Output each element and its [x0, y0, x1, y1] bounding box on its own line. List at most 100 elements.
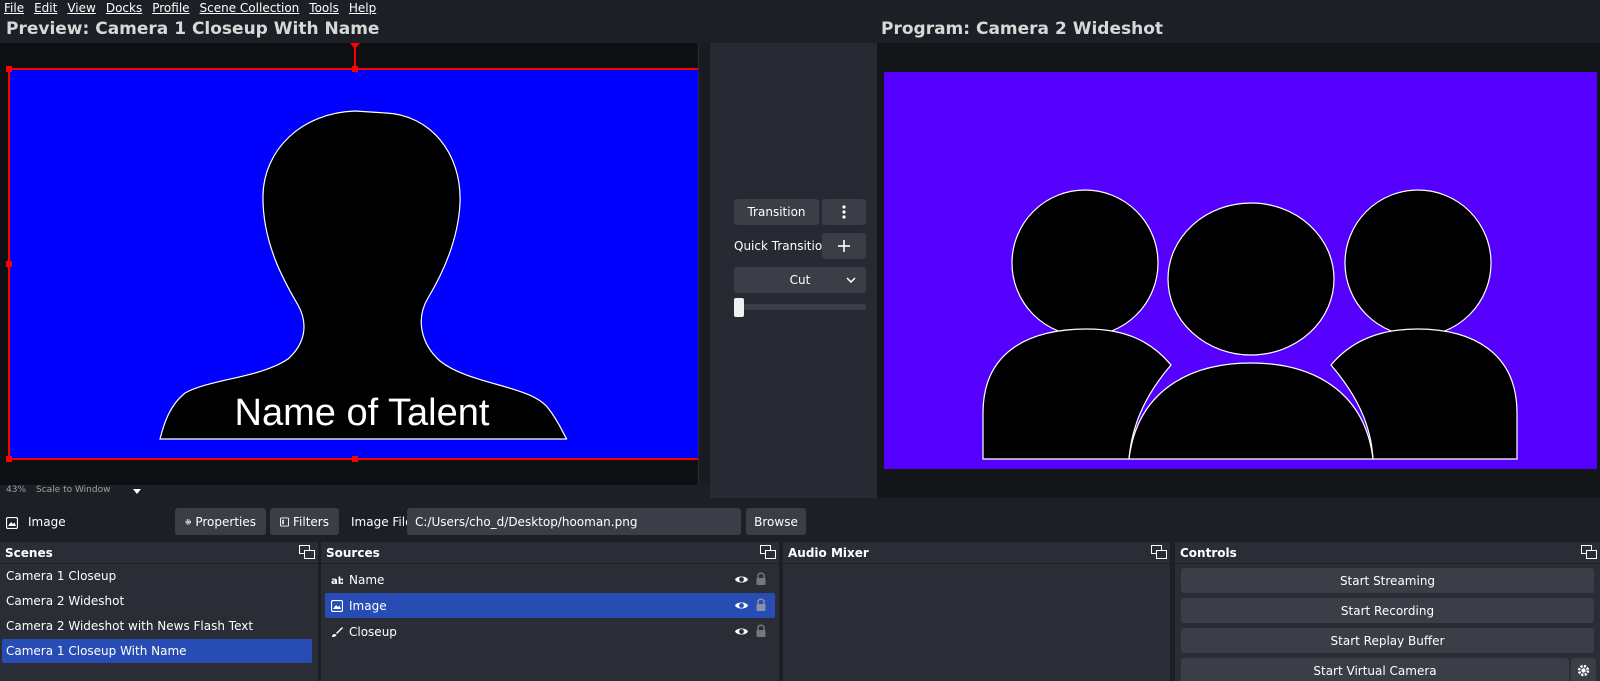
- menu-bar: File Edit View Docks Profile Scene Colle…: [0, 0, 1600, 16]
- audio-mixer-title: Audio Mixer: [788, 545, 869, 560]
- zoom-dropdown-icon[interactable]: [133, 489, 141, 494]
- group-person-head-left: [1011, 189, 1159, 337]
- tbar-handle[interactable]: [734, 298, 744, 317]
- preview-display[interactable]: Name of Talent: [0, 43, 710, 485]
- zoom-mode[interactable]: Scale to Window: [36, 485, 110, 495]
- undock-icon[interactable]: [760, 545, 776, 559]
- visibility-eye-icon[interactable]: [734, 598, 749, 613]
- program-title: Program: Camera 2 Wideshot: [881, 19, 1163, 39]
- add-quick-transition-button[interactable]: [822, 233, 866, 259]
- chevron-down-icon: [846, 277, 856, 283]
- start-recording-button[interactable]: Start Recording: [1181, 598, 1594, 623]
- scene-item[interactable]: Camera 1 Closeup: [0, 564, 318, 588]
- scene-item[interactable]: Camera 2 Wideshot with News Flash Text: [0, 614, 318, 638]
- scene-item-selected[interactable]: Camera 1 Closeup With Name: [2, 639, 312, 663]
- image-icon: [6, 517, 18, 529]
- image-icon: [331, 599, 343, 612]
- sources-title: Sources: [326, 545, 380, 560]
- lock-icon[interactable]: [755, 623, 767, 638]
- image-file-input[interactable]: C:/Users/cho_d/Desktop/hooman.png: [407, 508, 741, 535]
- image-file-label: Image File: [351, 515, 413, 529]
- program-canvas: [884, 72, 1597, 469]
- talent-name-text: Name of Talent: [235, 392, 490, 434]
- preview-scrollbar[interactable]: [698, 43, 710, 485]
- controls-body: Start Streaming Start Recording Start Re…: [1175, 564, 1600, 681]
- resize-handle-bl[interactable]: [6, 456, 12, 462]
- start-virtual-camera-button[interactable]: Start Virtual Camera: [1181, 658, 1569, 681]
- start-streaming-button[interactable]: Start Streaming: [1181, 568, 1594, 593]
- audio-mixer-dock-header: Audio Mixer: [783, 542, 1170, 563]
- filters-button[interactable]: Filters: [270, 508, 339, 535]
- plus-icon: [838, 240, 850, 252]
- zoom-percent: 43%: [6, 485, 27, 495]
- visibility-eye-icon[interactable]: [734, 624, 749, 639]
- obs-window: File Edit View Docks Profile Scene Colle…: [0, 0, 1600, 681]
- resize-handle-bc[interactable]: [352, 456, 358, 462]
- visibility-eye-icon[interactable]: [734, 572, 749, 587]
- properties-button[interactable]: Properties: [175, 508, 266, 535]
- tbar-track[interactable]: [736, 304, 866, 310]
- audio-mixer-dock: Audio Mixer: [783, 542, 1170, 681]
- menu-help[interactable]: Help: [345, 1, 382, 15]
- source-item-closeup[interactable]: Closeup: [325, 619, 775, 644]
- brush-icon: [332, 626, 343, 637]
- resize-handle-tl[interactable]: [6, 66, 12, 72]
- transition-select-value: Cut: [789, 273, 811, 287]
- menu-edit[interactable]: Edit: [30, 1, 63, 15]
- virtual-camera-settings-button[interactable]: [1571, 658, 1596, 681]
- resize-handle-tc[interactable]: [352, 66, 358, 72]
- gear-icon: [185, 518, 191, 525]
- filters-label: Filters: [293, 514, 329, 529]
- source-label: Closeup: [349, 624, 397, 639]
- scenes-dock-header: Scenes: [0, 542, 318, 563]
- source-label: Name: [349, 572, 385, 587]
- source-item-name[interactable]: ab Name: [325, 567, 775, 592]
- source-label: Image: [349, 598, 387, 613]
- transition-more-button[interactable]: [822, 199, 866, 225]
- text-icon: ab: [331, 576, 343, 585]
- scenes-title: Scenes: [5, 545, 53, 560]
- svg-text:ab: ab: [331, 576, 343, 585]
- more-vertical-icon: [842, 205, 846, 219]
- lock-icon[interactable]: [755, 597, 767, 612]
- scenes-dock: Scenes Camera 1 Closeup Camera 2 Widesho…: [0, 542, 318, 681]
- preview-canvas[interactable]: Name of Talent: [0, 43, 698, 485]
- resize-handle-ml[interactable]: [6, 261, 12, 267]
- menu-scene-collection[interactable]: Scene Collection: [196, 1, 306, 15]
- scene-item[interactable]: Camera 2 Wideshot: [0, 589, 318, 613]
- controls-dock: Controls Start Streaming Start Recording…: [1175, 542, 1600, 681]
- source-item-image[interactable]: Image: [325, 593, 775, 618]
- audio-mixer-body: [783, 564, 1170, 681]
- transition-select[interactable]: Cut: [734, 267, 866, 293]
- menu-profile[interactable]: Profile: [148, 1, 195, 15]
- sources-list: ab Name Image Closeup: [321, 564, 779, 681]
- browse-button[interactable]: Browse: [746, 508, 806, 535]
- undock-icon[interactable]: [1581, 545, 1597, 559]
- rotation-handle[interactable]: [350, 43, 360, 49]
- menu-file[interactable]: File: [0, 1, 30, 15]
- sources-dock-header: Sources: [321, 542, 779, 563]
- zoom-bar: 43% Scale to Window: [0, 485, 710, 498]
- group-person-head-right: [1344, 189, 1492, 337]
- properties-label: Properties: [195, 514, 256, 529]
- program-display: [877, 43, 1600, 498]
- lock-icon[interactable]: [755, 571, 767, 586]
- scenes-list: Camera 1 Closeup Camera 2 Wideshot Camer…: [0, 564, 318, 681]
- undock-icon[interactable]: [299, 545, 315, 559]
- group-person-head-center: [1167, 202, 1335, 356]
- controls-dock-header: Controls: [1175, 542, 1600, 563]
- preview-title: Preview: Camera 1 Closeup With Name: [6, 19, 380, 39]
- menu-docks[interactable]: Docks: [102, 1, 148, 15]
- filter-icon: [280, 516, 290, 527]
- selected-source-name: Image: [28, 515, 66, 529]
- menu-view[interactable]: View: [63, 1, 101, 15]
- separator: [0, 498, 1600, 506]
- sources-dock: Sources ab Name Image Closeup: [321, 542, 779, 681]
- gear-icon: [1577, 664, 1590, 677]
- controls-title: Controls: [1180, 545, 1237, 560]
- menu-tools[interactable]: Tools: [305, 1, 345, 15]
- transition-button[interactable]: Transition: [734, 199, 819, 225]
- start-replay-buffer-button[interactable]: Start Replay Buffer: [1181, 628, 1594, 653]
- quick-transitions-label: Quick Transitions: [734, 239, 837, 253]
- undock-icon[interactable]: [1151, 545, 1167, 559]
